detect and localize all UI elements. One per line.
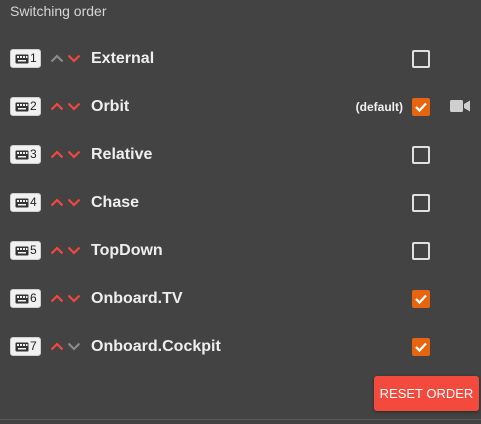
move-up-arrow-icon[interactable] [49,194,65,210]
camera-label: Chase [91,194,140,211]
enabled-checkbox[interactable] [412,290,430,308]
move-down-arrow-icon[interactable] [66,194,82,210]
move-down-arrow-icon[interactable] [66,50,82,66]
camera-order-row: 2 Orbit (default) [0,89,481,125]
keyboard-icon [15,150,29,159]
enabled-checkbox[interactable] [412,194,430,212]
move-down-arrow-icon[interactable] [66,98,82,114]
move-down-arrow-icon[interactable] [66,290,82,306]
camera-label: External [91,50,155,67]
hotkey-number: 3 [30,147,37,161]
video-camera-icon [450,99,470,118]
check-icon [415,102,427,113]
keyboard-icon [15,102,29,111]
bottom-divider [0,419,481,420]
hotkey-number: 6 [30,291,37,305]
camera-label: Onboard.Cockpit [91,338,221,355]
hotkey-number: 7 [30,339,37,353]
move-down-arrow-icon[interactable] [66,338,82,354]
hotkey-number: 5 [30,243,37,257]
move-up-arrow-icon[interactable] [49,290,65,306]
move-up-arrow-icon[interactable] [49,146,65,162]
enabled-checkbox[interactable] [412,242,430,260]
hotkey-badge: 2 [10,97,41,116]
keyboard-icon [15,54,29,63]
reset-order-button[interactable]: RESET ORDER [374,376,479,411]
camera-order-row: 4 Chase [0,185,481,221]
move-down-arrow-icon[interactable] [66,242,82,258]
keyboard-icon [15,246,29,255]
hotkey-badge: 4 [10,193,41,212]
enabled-checkbox[interactable] [412,98,430,116]
camera-order-row: 5 TopDown [0,233,481,269]
camera-label: Orbit [91,98,130,115]
camera-label: Relative [91,146,153,163]
hotkey-number: 4 [30,195,37,209]
check-icon [415,342,427,353]
hotkey-badge: 7 [10,337,41,356]
enabled-checkbox[interactable] [412,338,430,356]
hotkey-badge: 1 [10,49,41,68]
camera-label: Onboard.TV [91,290,183,307]
hotkey-number: 2 [30,99,37,113]
hotkey-number: 1 [30,51,37,65]
camera-order-row: 7 Onboard.Cockpit [0,329,481,365]
move-up-arrow-icon[interactable] [49,50,65,66]
move-up-arrow-icon[interactable] [49,98,65,114]
keyboard-icon [15,198,29,207]
camera-order-row: 3 Relative [0,137,481,173]
hotkey-badge: 5 [10,241,41,260]
move-up-arrow-icon[interactable] [49,338,65,354]
enabled-checkbox[interactable] [412,50,430,68]
default-indicator: (default) [355,100,403,114]
hotkey-badge: 6 [10,289,41,308]
camera-order-row: 1 External [0,41,481,77]
move-up-arrow-icon[interactable] [49,242,65,258]
keyboard-icon [15,342,29,351]
enabled-checkbox[interactable] [412,146,430,164]
move-down-arrow-icon[interactable] [66,146,82,162]
keyboard-icon [15,294,29,303]
check-icon [415,294,427,305]
panel-title: Switching order [10,3,107,19]
hotkey-badge: 3 [10,145,41,164]
camera-label: TopDown [91,242,163,259]
camera-order-row: 6 Onboard.TV [0,281,481,317]
